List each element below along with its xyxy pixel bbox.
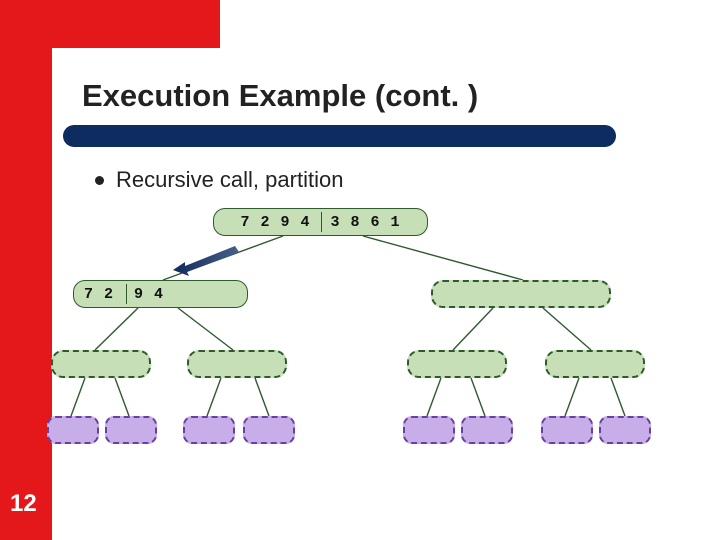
tree-node-l3-3 (243, 416, 295, 444)
divider-icon (321, 212, 322, 232)
tree-node-l2-1 (187, 350, 287, 378)
tree-node-l3-7 (599, 416, 651, 444)
sidebar-accent (0, 0, 52, 540)
bullet-text: Recursive call, partition (116, 167, 343, 193)
page-title: Execution Example (cont. ) (82, 78, 478, 114)
bullet-row: Recursive call, partition (95, 167, 343, 193)
tree-node-l3-1 (105, 416, 157, 444)
tree-diagram: 7 2 9 4 3 8 6 1 7 2 9 4 (63, 208, 673, 468)
divider-icon (126, 284, 127, 304)
tree-node-l3-4 (403, 416, 455, 444)
tree-node-l2-3 (545, 350, 645, 378)
page-number: 12 (10, 490, 37, 518)
arrow-icon (173, 242, 243, 278)
header-tab-accent (0, 0, 220, 48)
tree-node-l3-6 (541, 416, 593, 444)
tree-node-l3-2 (183, 416, 235, 444)
bullet-icon (95, 176, 104, 185)
tree-node-l3-5 (461, 416, 513, 444)
tree-node-l1-right (431, 280, 611, 308)
tree-node-l1-left: 7 2 9 4 (73, 280, 248, 308)
tree-node-l3-0 (47, 416, 99, 444)
tree-node-root: 7 2 9 4 3 8 6 1 (213, 208, 428, 236)
node-text: 7 2 9 4 (84, 286, 164, 303)
tree-node-l2-2 (407, 350, 507, 378)
title-underline (63, 125, 616, 147)
tree-node-l2-0 (51, 350, 151, 378)
